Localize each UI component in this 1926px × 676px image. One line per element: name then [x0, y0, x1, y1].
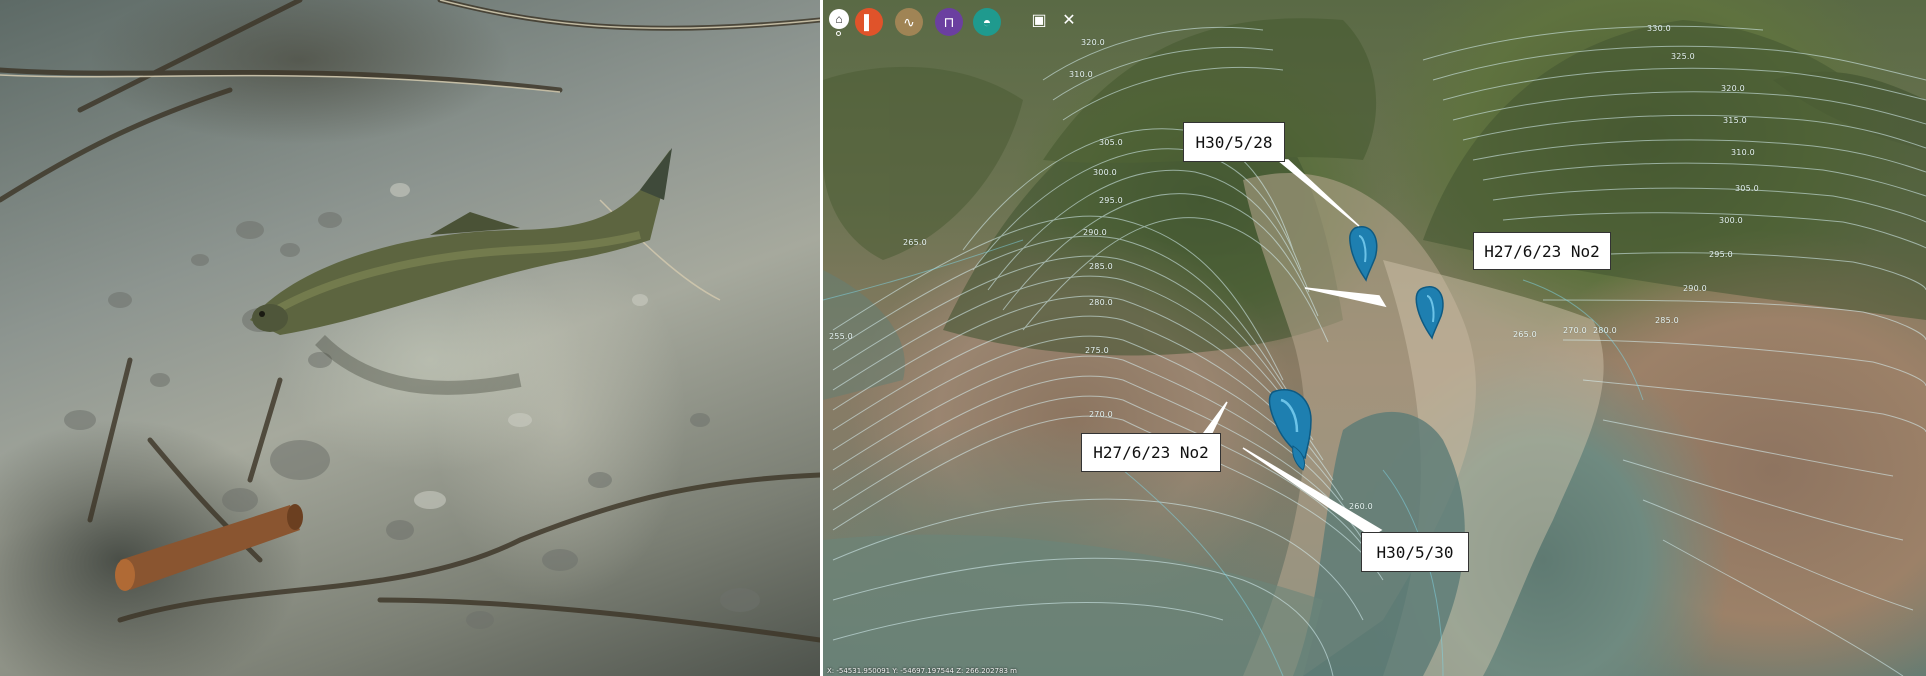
bridge-tool-icon[interactable]: ⊓ — [935, 8, 963, 36]
contour-label: 315.0 — [1723, 116, 1747, 125]
callout-h27-6-23-upper: H27/6/23 No2 — [1473, 232, 1611, 270]
screen-icon[interactable]: ▣ — [1029, 10, 1049, 30]
contour-label: 280.0 — [1593, 326, 1617, 335]
contour-label: 270.0 — [1563, 326, 1587, 335]
contour-label: 255.0 — [829, 332, 853, 341]
contour-label: 285.0 — [1089, 262, 1113, 271]
contour-label: 265.0 — [1513, 330, 1537, 339]
marker-h27-6-23-lower — [1268, 389, 1312, 460]
contour-label: 295.0 — [1099, 196, 1123, 205]
contour-label: 280.0 — [1089, 298, 1113, 307]
contour-label: 305.0 — [1735, 184, 1759, 193]
contour-label: 270.0 — [1089, 410, 1113, 419]
contour-label: 295.0 — [1709, 250, 1733, 259]
callout-h30-5-30: H30/5/30 — [1361, 532, 1469, 572]
fish — [250, 148, 672, 395]
contour-label: 310.0 — [1731, 148, 1755, 157]
contour-label: 310.0 — [1069, 70, 1093, 79]
contour-label: 325.0 — [1671, 52, 1695, 61]
contour-label: 300.0 — [1719, 216, 1743, 225]
rusted-pipe — [115, 504, 303, 591]
contour-label: 305.0 — [1099, 138, 1123, 147]
contour-label: 290.0 — [1683, 284, 1707, 293]
map-toolbar: ⌂ ▌ ∿ ⊓ ◓ ▣ ✕ — [823, 0, 1083, 40]
photo-scene — [0, 0, 820, 643]
coordinate-readout: X: -54531.950091 Y: -54697.197544 Z: 266… — [827, 667, 1017, 675]
status-dot — [836, 31, 841, 36]
terrain-tool-icon[interactable]: ∿ — [895, 8, 923, 36]
contour-label: 290.0 — [1083, 228, 1107, 237]
terrain-contours — [823, 18, 1926, 676]
contour-label: 320.0 — [1721, 84, 1745, 93]
contour-label: 265.0 — [903, 238, 927, 247]
contour-label: 330.0 — [1647, 24, 1671, 33]
underwater-photo — [0, 0, 820, 676]
tools-icon[interactable]: ✕ — [1059, 10, 1079, 30]
contour-label: 300.0 — [1093, 168, 1117, 177]
water-tool-icon[interactable]: ◓ — [973, 8, 1001, 36]
layer-tool-icon[interactable]: ▌ — [855, 8, 883, 36]
contour-label: 285.0 — [1655, 316, 1679, 325]
callout-h27-6-23-lower: H27/6/23 No2 — [1081, 433, 1221, 472]
callout-h30-5-28: H30/5/28 — [1183, 122, 1285, 162]
terrain-map-view[interactable]: ⌂ ▌ ∿ ⊓ ◓ ▣ ✕ 330.0 325.0 320.0 315.0 31… — [823, 0, 1926, 676]
home-icon[interactable]: ⌂ — [829, 9, 849, 29]
contour-label: 260.0 — [1349, 502, 1373, 511]
contour-label: 320.0 — [1081, 38, 1105, 47]
contour-label: 275.0 — [1085, 346, 1109, 355]
